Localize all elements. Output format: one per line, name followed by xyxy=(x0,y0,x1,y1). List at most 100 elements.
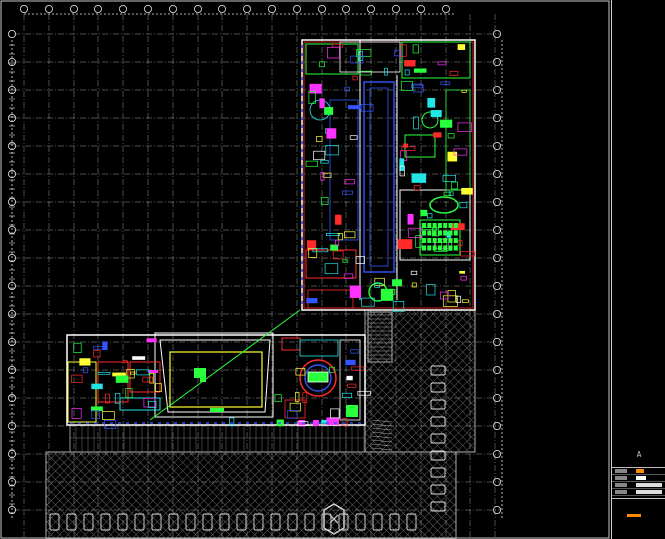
title-block-row xyxy=(612,489,665,496)
room-fixture xyxy=(331,43,344,48)
room-fixture xyxy=(461,299,469,303)
title-block-row xyxy=(612,482,665,489)
seat xyxy=(443,223,448,228)
room-fixture xyxy=(337,232,343,241)
room-fixture xyxy=(324,107,334,115)
title-block-row xyxy=(612,468,665,475)
room-fixture xyxy=(461,89,467,93)
room-fixture xyxy=(449,70,459,76)
room-fixture xyxy=(71,374,83,383)
room-fixture xyxy=(407,213,414,225)
seat xyxy=(453,238,458,243)
room-fixture xyxy=(332,250,344,260)
room-fixture xyxy=(457,122,472,132)
room-fixture xyxy=(404,69,410,76)
room-fixture xyxy=(451,181,458,190)
room-fixture xyxy=(455,295,462,303)
room-fixture xyxy=(447,133,455,139)
room-fixture xyxy=(411,282,417,288)
title-block-table xyxy=(612,467,665,499)
seat xyxy=(422,238,426,243)
room-fixture xyxy=(437,61,447,66)
room-fixture xyxy=(320,159,329,164)
seat xyxy=(453,245,458,251)
cad-drawing-canvas xyxy=(0,0,610,539)
room-fixture xyxy=(459,270,466,274)
room-fixture xyxy=(313,419,319,426)
room-fixture xyxy=(404,60,416,67)
seat xyxy=(437,238,442,243)
room-fixture xyxy=(79,358,91,366)
building-wing-south xyxy=(66,309,366,426)
room-fixture xyxy=(440,119,453,128)
room-fixture xyxy=(97,371,111,375)
seat xyxy=(443,238,448,243)
room-fixture xyxy=(411,173,427,183)
room-fixture xyxy=(305,160,319,167)
seat xyxy=(427,223,432,228)
room-fixture xyxy=(460,275,467,281)
room-fixture xyxy=(286,410,298,419)
room-fixture xyxy=(427,213,433,219)
road-strip-lines xyxy=(69,425,365,452)
room-fixture xyxy=(73,342,82,353)
axis-bubble-top xyxy=(317,5,326,13)
axis-bubble-top xyxy=(242,5,251,13)
room-fixture xyxy=(447,290,456,303)
seat xyxy=(448,230,453,236)
room-fixture xyxy=(403,143,408,148)
seat xyxy=(432,238,437,243)
axis-bubble-top xyxy=(292,5,301,13)
room-fixture xyxy=(91,383,103,390)
axis-bubble-top xyxy=(168,5,177,13)
seat xyxy=(427,245,432,251)
room-fixture xyxy=(345,359,356,366)
seat xyxy=(432,223,437,228)
seat xyxy=(443,230,448,236)
room-fixture xyxy=(442,174,456,182)
seat xyxy=(427,230,432,236)
room-fixture xyxy=(112,372,126,377)
room-fixture xyxy=(122,359,128,363)
room-fixture xyxy=(102,411,115,420)
room-fixture xyxy=(341,190,353,195)
room-fixture xyxy=(125,388,133,398)
room-fixture xyxy=(344,179,355,185)
room-fixture xyxy=(315,136,323,142)
room-fixture xyxy=(115,375,129,383)
room-fixture xyxy=(326,128,337,139)
seat xyxy=(427,238,432,243)
seat xyxy=(448,238,453,243)
axis-bubble-top xyxy=(441,5,450,13)
room-fixture xyxy=(71,408,82,419)
seat xyxy=(422,230,426,236)
room-fixture xyxy=(91,406,103,412)
room-fixture xyxy=(92,346,104,350)
room-fixture xyxy=(413,184,421,191)
title-block-row xyxy=(612,475,665,482)
room-fixture xyxy=(427,97,436,108)
room-fixture xyxy=(392,279,403,287)
room-fixture xyxy=(447,151,458,162)
seat xyxy=(448,223,453,228)
room-fixture xyxy=(380,288,394,301)
room-fixture xyxy=(326,233,340,237)
axis-bubble-top xyxy=(94,5,103,13)
drawing-name-mark xyxy=(627,514,641,517)
room-fixture xyxy=(149,373,154,384)
sheet-label: A xyxy=(636,450,642,459)
seat xyxy=(437,230,442,236)
room-fixture xyxy=(349,135,358,140)
seat xyxy=(432,230,437,236)
room-fixture xyxy=(146,338,157,343)
room-fixture xyxy=(412,44,419,54)
seat xyxy=(422,223,426,228)
room-fixture xyxy=(350,349,359,354)
axis-bubble-top xyxy=(70,5,79,13)
room-fixture xyxy=(132,356,146,360)
axis-bubble-top xyxy=(416,5,425,13)
axis-bubble-top xyxy=(193,5,202,13)
room-fixture xyxy=(155,383,162,392)
room-fixture xyxy=(352,75,358,81)
seat xyxy=(432,245,437,251)
